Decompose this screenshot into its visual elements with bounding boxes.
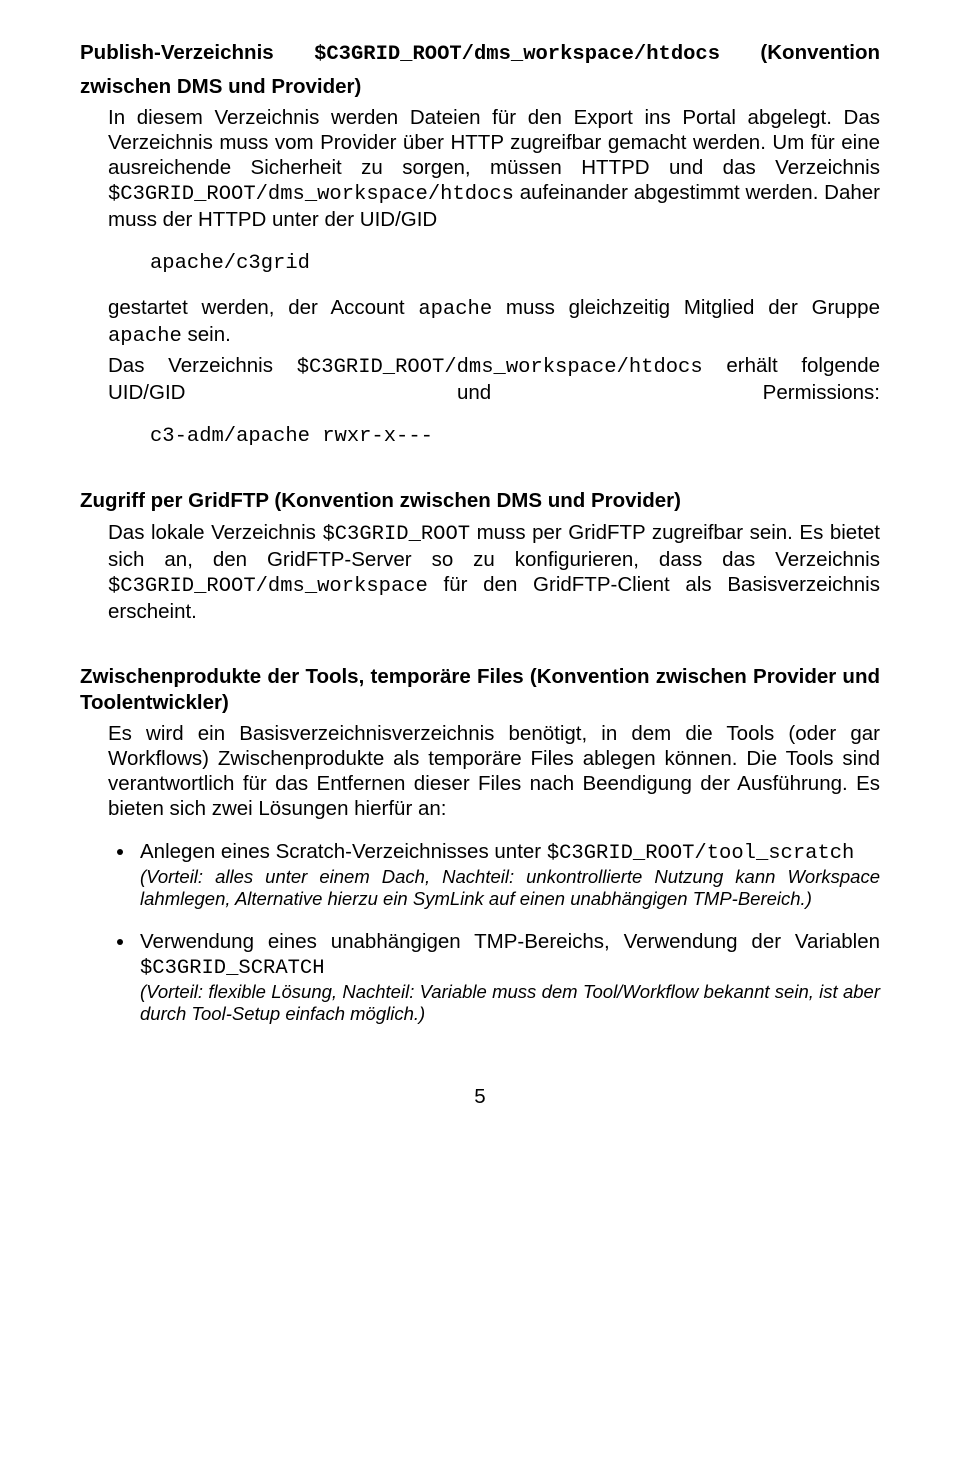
section-gridftp: Zugriff per GridFTP (Konvention zwischen… <box>80 488 880 624</box>
text: Anlegen eines Scratch-Verzeichnisses unt… <box>140 840 547 863</box>
section1-heading-line1: Publish-Verzeichnis $C3GRID_ROOT/dms_wor… <box>80 40 880 68</box>
heading-suffix: (Konvention <box>720 41 880 64</box>
section3-heading: Zwischenprodukte der Tools, temporäre Fi… <box>80 664 880 715</box>
heading-prefix: Publish-Verzeichnis <box>80 41 314 64</box>
section3-para1: Es wird ein Basisverzeichnisverzeichnis … <box>80 721 880 821</box>
text: Das lokale Verzeichnis <box>108 521 322 544</box>
text: sein. <box>182 323 231 346</box>
section1-para2: gestartet werden, der Account apache mus… <box>80 295 880 349</box>
section2-para1: Das lokale Verzeichnis $C3GRID_ROOT muss… <box>80 520 880 624</box>
section2-heading: Zugriff per GridFTP (Konvention zwischen… <box>80 488 880 514</box>
code: $C3GRID_ROOT/dms_workspace/htdocs <box>108 183 514 206</box>
section1-code2: c3-adm/apache rwxr-x--- <box>80 425 880 448</box>
text: Das Verzeichnis <box>108 354 297 377</box>
code: apache <box>108 325 182 348</box>
code: apache <box>418 298 492 321</box>
page-number: 5 <box>80 1085 880 1109</box>
code: $C3GRID_ROOT/dms_workspace <box>108 575 428 598</box>
list-item: Verwendung eines unabhängigen TMP-Bereic… <box>136 929 880 1025</box>
code: $C3GRID_ROOT/tool_scratch <box>547 842 855 865</box>
section-zwischenprodukte: Zwischenprodukte der Tools, temporäre Fi… <box>80 664 880 1025</box>
text: Verwendung eines unabhängigen TMP-Bereic… <box>140 930 880 953</box>
list-item: Anlegen eines Scratch-Verzeichnisses unt… <box>136 839 880 910</box>
list-note: (Vorteil: alles unter einem Dach, Nachte… <box>140 866 880 910</box>
section1-para3-line1: Das Verzeichnis $C3GRID_ROOT/dms_workspa… <box>80 353 880 405</box>
code: $C3GRID_SCRATCH <box>140 957 325 980</box>
section-publish-verzeichnis: Publish-Verzeichnis $C3GRID_ROOT/dms_wor… <box>80 40 880 448</box>
section1-heading-line2: zwischen DMS und Provider) <box>80 74 880 100</box>
section1-code1: apache/c3grid <box>80 252 880 275</box>
section1-para1: In diesem Verzeichnis werden Dateien für… <box>80 105 880 232</box>
page-content: Publish-Verzeichnis $C3GRID_ROOT/dms_wor… <box>0 0 960 1149</box>
text: muss gleichzeitig Mitglied der Gruppe <box>492 296 880 319</box>
code: $C3GRID_ROOT/dms_workspace/htdocs <box>297 356 703 379</box>
code: $C3GRID_ROOT <box>322 523 470 546</box>
section3-list: Anlegen eines Scratch-Verzeichnisses unt… <box>80 839 880 1025</box>
heading-code: $C3GRID_ROOT/dms_workspace/htdocs <box>314 43 720 66</box>
text: gestartet werden, der Account <box>108 296 418 319</box>
list-note: (Vorteil: flexible Lösung, Nachteil: Var… <box>140 981 880 1025</box>
text: In diesem Verzeichnis werden Dateien für… <box>108 106 880 179</box>
